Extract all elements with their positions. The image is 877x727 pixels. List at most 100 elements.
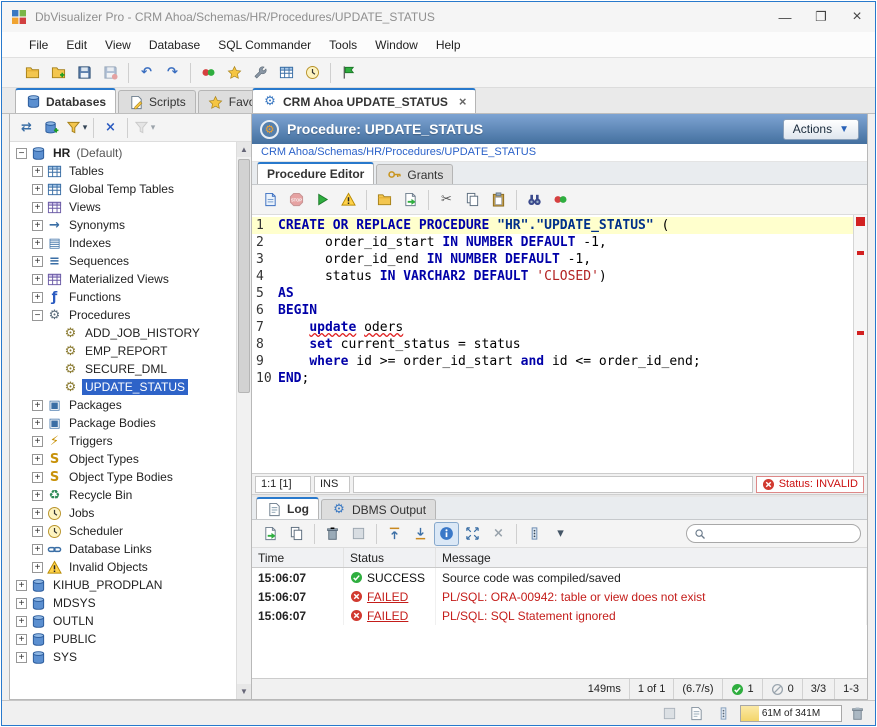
close-button[interactable]: × xyxy=(839,2,875,32)
maximize-button[interactable]: ❐ xyxy=(803,2,839,32)
scroll-to-top-button[interactable] xyxy=(382,522,407,546)
expander-plus-icon[interactable]: + xyxy=(16,598,27,609)
table-data-button[interactable] xyxy=(274,61,299,85)
tab-grants[interactable]: Grants xyxy=(376,164,453,184)
log-row[interactable]: 15:06:07SUCCESSSource code was compiled/… xyxy=(252,568,867,587)
expander-plus-icon[interactable]: + xyxy=(32,400,43,411)
error-ruler[interactable] xyxy=(853,215,867,473)
code-line[interactable]: 5AS xyxy=(252,285,853,302)
close-tab-icon[interactable]: × xyxy=(459,94,467,109)
expander-plus-icon[interactable]: + xyxy=(16,652,27,663)
log-menu-button[interactable]: ▾ xyxy=(548,522,573,546)
tree-item-triggers[interactable]: +⚡Triggers xyxy=(10,432,236,450)
menu-view[interactable]: View xyxy=(96,33,140,57)
expander-minus-icon[interactable]: − xyxy=(32,310,43,321)
expander-plus-icon[interactable]: + xyxy=(32,238,43,249)
menu-tools[interactable]: Tools xyxy=(320,33,366,57)
code-line[interactable]: 10END; xyxy=(252,370,853,387)
load-from-file-button[interactable] xyxy=(372,188,397,212)
tree-item-global-temp-tables[interactable]: +Global Temp Tables xyxy=(10,180,236,198)
expander-plus-icon[interactable]: + xyxy=(32,202,43,213)
code-line[interactable]: 3 order_id_end IN NUMBER DEFAULT -1, xyxy=(252,251,853,268)
tab-log[interactable]: Log xyxy=(256,497,319,519)
clear-log-button[interactable] xyxy=(320,522,345,546)
open-bookmark-button[interactable] xyxy=(20,61,45,85)
tree-item-recycle-bin[interactable]: +♻Recycle Bin xyxy=(10,486,236,504)
tree-item-object-type-bodies[interactable]: +SObject Type Bodies xyxy=(10,468,236,486)
menu-sql-commander[interactable]: SQL Commander xyxy=(209,33,320,57)
export-button[interactable] xyxy=(398,188,423,212)
filter-objects-button[interactable]: ▾ xyxy=(64,116,89,140)
tree-item-indexes[interactable]: +▤Indexes xyxy=(10,234,236,252)
paste-button[interactable] xyxy=(486,188,511,212)
save-as-button[interactable] xyxy=(98,61,123,85)
show-errors-button[interactable] xyxy=(336,188,361,212)
code-line[interactable]: 1CREATE OR REPLACE PROCEDURE "HR"."UPDAT… xyxy=(252,217,853,234)
forward-button[interactable]: ↷ xyxy=(160,61,185,85)
menu-file[interactable]: File xyxy=(20,33,57,57)
tree-item-sequences[interactable]: +≡Sequences xyxy=(10,252,236,270)
tree-item-views[interactable]: +Views xyxy=(10,198,236,216)
tree-item-sys[interactable]: +SYS xyxy=(10,648,236,666)
connections-indicator-button[interactable] xyxy=(659,703,679,723)
remove-connection-button[interactable]: × xyxy=(98,116,123,140)
scroll-up-icon[interactable]: ▲ xyxy=(237,142,251,157)
menu-help[interactable]: Help xyxy=(427,33,470,57)
code-line[interactable]: 8 set current_status = status xyxy=(252,336,853,353)
log-row[interactable]: 15:06:07FAILEDPL/SQL: SQL Statement igno… xyxy=(252,606,867,625)
code-line[interactable]: 7 update oders xyxy=(252,319,853,336)
tree-item-database-links[interactable]: +Database Links xyxy=(10,540,236,558)
expander-plus-icon[interactable]: + xyxy=(32,562,43,573)
copy-log-button[interactable] xyxy=(284,522,309,546)
scroll-to-bottom-button[interactable] xyxy=(408,522,433,546)
expander-plus-icon[interactable]: + xyxy=(32,256,43,267)
expander-plus-icon[interactable]: + xyxy=(32,418,43,429)
tree-item-functions[interactable]: +ƒFunctions xyxy=(10,288,236,306)
export-log-button[interactable] xyxy=(258,522,283,546)
panels-indicator-button[interactable] xyxy=(713,703,733,723)
tree-item-object-types[interactable]: +SObject Types xyxy=(10,450,236,468)
memory-indicator[interactable]: 61M of 341M xyxy=(740,705,842,722)
open-file-button[interactable] xyxy=(46,61,71,85)
clear-filter-button[interactable]: × xyxy=(486,522,511,546)
expander-plus-icon[interactable]: + xyxy=(32,184,43,195)
tab-procedure-editor[interactable]: Procedure Editor xyxy=(257,162,374,184)
expander-plus-icon[interactable]: + xyxy=(32,526,43,537)
error-mark[interactable] xyxy=(857,331,864,335)
expander-plus-icon[interactable]: + xyxy=(32,544,43,555)
tab-databases[interactable]: Databases xyxy=(15,88,116,113)
expander-plus-icon[interactable]: + xyxy=(32,274,43,285)
execute-button[interactable] xyxy=(310,188,335,212)
copy-button[interactable] xyxy=(460,188,485,212)
tree-item-package-bodies[interactable]: +▣Package Bodies xyxy=(10,414,236,432)
garbage-collect-button[interactable] xyxy=(849,705,865,721)
code-line[interactable]: 4 status IN VARCHAR2 DEFAULT 'CLOSED') xyxy=(252,268,853,285)
log-column-status[interactable]: Status xyxy=(344,548,436,567)
log-search-input[interactable] xyxy=(710,528,853,540)
tree-item-scheduler[interactable]: +Scheduler xyxy=(10,522,236,540)
tree-scrollbar[interactable]: ▲ ▼ xyxy=(236,142,251,699)
minimize-button[interactable]: — xyxy=(767,2,803,32)
log-column-message[interactable]: Message xyxy=(436,548,867,567)
driver-manager-button[interactable] xyxy=(248,61,273,85)
tree-item-emp-report[interactable]: ⚙EMP_REPORT xyxy=(10,342,236,360)
stop-button[interactable]: STOP xyxy=(284,188,309,212)
log-row[interactable]: 15:06:07FAILEDPL/SQL: ORA-00942: table o… xyxy=(252,587,867,606)
menu-window[interactable]: Window xyxy=(366,33,427,57)
show-info-button[interactable] xyxy=(434,522,459,546)
expander-plus-icon[interactable]: + xyxy=(32,166,43,177)
expander-plus-icon[interactable]: + xyxy=(16,580,27,591)
code-line[interactable]: 2 order_id_start IN NUMBER DEFAULT -1, xyxy=(252,234,853,251)
scroll-down-icon[interactable]: ▼ xyxy=(237,684,251,699)
back-button[interactable]: ↶ xyxy=(134,61,159,85)
expander-plus-icon[interactable]: + xyxy=(32,454,43,465)
object-tree[interactable]: −HR(Default)+Tables+Global Temp Tables+V… xyxy=(10,142,236,699)
save-procedure-button[interactable] xyxy=(258,188,283,212)
expander-plus-icon[interactable]: + xyxy=(32,490,43,501)
expander-plus-icon[interactable]: + xyxy=(32,508,43,519)
tree-item-update-status[interactable]: ⚙UPDATE_STATUS xyxy=(10,378,236,396)
find-button[interactable] xyxy=(522,188,547,212)
cut-button[interactable]: ✂ xyxy=(434,188,459,212)
expander-plus-icon[interactable]: + xyxy=(32,436,43,447)
tree-item-public[interactable]: +PUBLIC xyxy=(10,630,236,648)
